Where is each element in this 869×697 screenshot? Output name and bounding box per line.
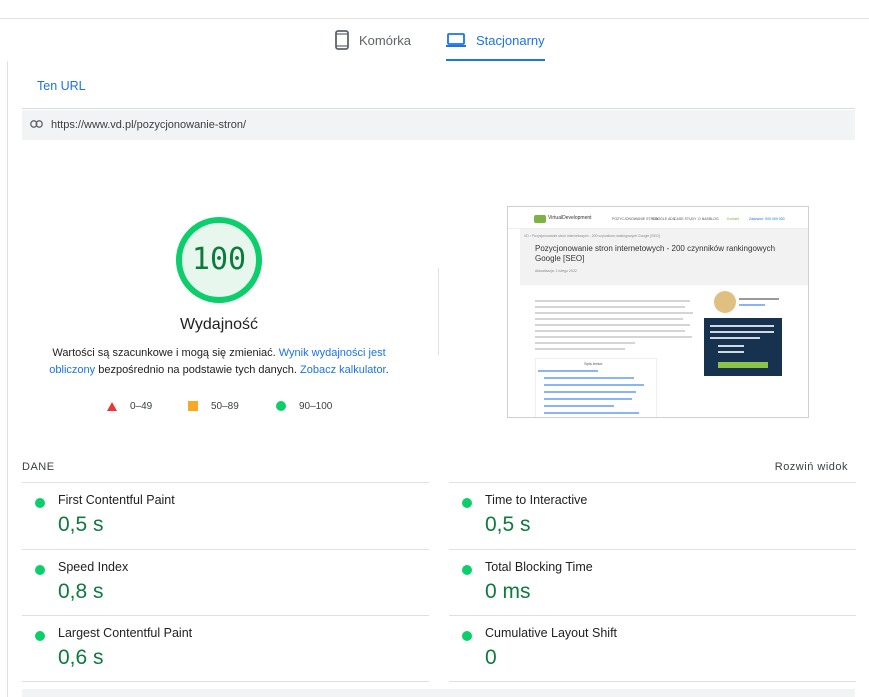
tab-mobile[interactable]: Komórka	[335, 19, 411, 61]
thumb-nav-item: BLOG	[709, 217, 719, 221]
legend-item-average: 50–89	[188, 399, 239, 413]
thumb-nav-item: O NAS	[698, 217, 709, 221]
metric-value: 0,8 s	[58, 580, 104, 603]
metric-name: Total Blocking Time	[485, 560, 593, 574]
legend-item-fail: 0–49	[107, 399, 152, 413]
metric-value: 0,6 s	[58, 646, 104, 669]
tab-this-url[interactable]: Ten URL	[22, 61, 855, 109]
tab-mobile-label: Komórka	[359, 32, 412, 48]
metric-value: 0,5 s	[485, 513, 531, 536]
metric-largest-contentful-paint: Largest Contentful Paint 0,6 s	[22, 615, 429, 682]
desc-text-2: bezpośrednio na podstawie tych danych.	[95, 364, 301, 376]
thumb-logo-text: VirtualDevelopment	[548, 215, 592, 221]
thumb-headline: Pozycjonowanie stron internetowych - 200…	[535, 244, 776, 263]
thumb-nav-item: Kontakt	[727, 217, 739, 221]
metric-value: 0	[485, 646, 497, 669]
analyzed-url: https://www.vd.pl/pozycjonowanie-stron/	[51, 119, 247, 131]
left-border	[7, 61, 8, 697]
metric-time-to-interactive: Time to Interactive 0,5 s	[449, 482, 856, 548]
url-bar: https://www.vd.pl/pozycjonowanie-stron/	[22, 110, 855, 140]
thumb-cta-button	[718, 362, 768, 368]
laptop-icon	[446, 32, 466, 48]
section-divider	[438, 268, 439, 355]
metric-value: 0 ms	[485, 580, 531, 603]
author-avatar	[714, 291, 736, 313]
performance-title: Wydajność	[179, 316, 259, 333]
thumb-nav-item: Zadzwoń: 000 000 000	[749, 217, 785, 221]
thumb-nav-item: GOOGLE ADS	[652, 217, 676, 221]
metric-value: 0,5 s	[58, 513, 104, 536]
pass-circle-icon	[462, 565, 472, 575]
bottom-panel	[22, 689, 855, 697]
legend-range: 90–100	[299, 400, 333, 412]
pass-circle-icon	[35, 565, 45, 575]
pass-circle-icon	[462, 631, 472, 641]
data-section-label: DANE	[22, 461, 55, 473]
pass-circle-icon	[462, 498, 472, 508]
device-tabs: Komórka Stacjonarny	[0, 19, 869, 61]
legend-range: 50–89	[211, 400, 239, 412]
tab-desktop-label: Stacjonarny	[476, 32, 545, 48]
pass-circle-icon	[35, 498, 45, 508]
legend-item-pass: 90–100	[276, 399, 332, 413]
circle-icon	[276, 401, 286, 411]
desc-text-1: Wartości są szacunkowe i mogą się zmieni…	[52, 347, 279, 359]
metric-name: Time to Interactive	[485, 493, 588, 507]
link-icon	[30, 119, 43, 131]
thumb-toc	[535, 358, 657, 417]
thumb-toc-title: Spis treści	[584, 361, 603, 366]
page-screenshot-thumbnail: VirtualDevelopment POZYCJONOWANIE STRON …	[507, 206, 809, 418]
tab-this-url-label: Ten URL	[37, 79, 86, 93]
thumb-breadcrumb: VD › Pozycjonowanie stron internetowych …	[524, 234, 660, 238]
smartphone-icon	[335, 30, 349, 50]
vd-logo-icon	[534, 215, 546, 223]
thumb-meta: Aktualizacja: 1 lutego 2022	[535, 269, 577, 273]
legend-range: 0–49	[130, 400, 153, 412]
expand-view-button[interactable]: Rozwiń widok	[775, 461, 848, 473]
calculator-link[interactable]: Zobacz kalkulator	[300, 364, 386, 376]
performance-description: Wartości są szacunkowe i mogą się zmieni…	[48, 345, 390, 379]
metric-name: First Contentful Paint	[58, 493, 175, 507]
square-icon	[188, 401, 198, 411]
performance-score: 100	[191, 242, 247, 277]
metric-name: Speed Index	[58, 560, 129, 574]
thumb-nav-item: CASE STUDY	[674, 217, 697, 221]
metric-total-blocking-time: Total Blocking Time 0 ms	[449, 549, 856, 615]
metric-name: Cumulative Layout Shift	[485, 626, 618, 640]
desc-text-3: .	[385, 364, 389, 376]
metric-speed-index: Speed Index 0,8 s	[22, 549, 429, 615]
triangle-icon	[107, 401, 117, 411]
pass-circle-icon	[35, 631, 45, 641]
tab-desktop[interactable]: Stacjonarny	[446, 19, 545, 61]
metric-name: Largest Contentful Paint	[58, 626, 193, 640]
metric-cumulative-layout-shift: Cumulative Layout Shift 0	[449, 615, 856, 682]
metric-first-contentful-paint: First Contentful Paint 0,5 s	[22, 482, 429, 548]
